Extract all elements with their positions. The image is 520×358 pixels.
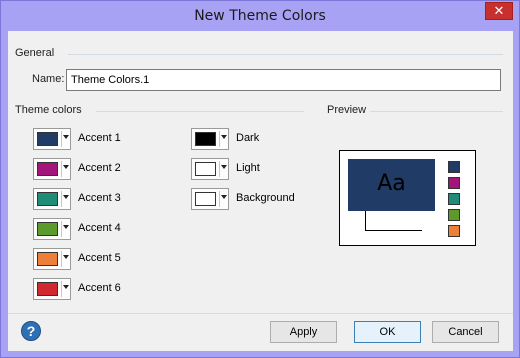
dropdown-arrow-icon <box>63 285 69 289</box>
dropdown-arrow-icon <box>63 225 69 229</box>
accent-3-swatch <box>37 192 58 206</box>
background-color-picker[interactable] <box>191 188 229 210</box>
picker-divider <box>61 131 62 147</box>
theme-colors-divider <box>96 111 304 112</box>
accent-4-label: Accent 4 <box>78 222 121 234</box>
dropdown-arrow-icon <box>221 135 227 139</box>
dark-color-picker[interactable] <box>191 128 229 150</box>
light-label: Light <box>236 162 260 174</box>
accent-2-label: Accent 2 <box>78 162 121 174</box>
dialog-title: New Theme Colors <box>194 8 326 24</box>
dropdown-arrow-icon <box>63 135 69 139</box>
dialog-client-area: General Name: Theme colors Accent 1 Acce… <box>8 31 513 351</box>
cancel-button[interactable]: Cancel <box>432 321 499 343</box>
dropdown-arrow-icon <box>221 195 227 199</box>
picker-divider <box>61 161 62 177</box>
accent-3-label: Accent 3 <box>78 192 121 204</box>
picker-divider <box>219 191 220 207</box>
dark-swatch <box>195 132 216 146</box>
accent-6-color-picker[interactable] <box>33 278 71 300</box>
background-label: Background <box>236 192 295 204</box>
footer-divider <box>8 313 513 314</box>
dialog-window: New Theme Colors ✕ General Name: Theme c… <box>0 0 520 358</box>
help-icon[interactable]: ? <box>21 321 41 341</box>
dark-label: Dark <box>236 132 260 144</box>
title-bar[interactable]: New Theme Colors ✕ <box>1 1 519 31</box>
picker-divider <box>61 221 62 237</box>
preview-pane: Aa <box>339 150 476 246</box>
picker-divider <box>219 131 220 147</box>
picker-divider <box>61 281 62 297</box>
accent-1-color-picker[interactable] <box>33 128 71 150</box>
accent-5-swatch <box>37 252 58 266</box>
preview-sample-text: Aa <box>377 171 406 196</box>
preview-section-label: Preview <box>327 104 367 116</box>
accent-6-swatch <box>37 282 58 296</box>
dropdown-arrow-icon <box>221 165 227 169</box>
apply-button[interactable]: Apply <box>270 321 337 343</box>
name-input[interactable] <box>66 69 501 91</box>
general-divider <box>68 54 503 55</box>
name-label: Name: <box>32 73 65 85</box>
preview-accent-1-swatch <box>448 161 460 173</box>
picker-divider <box>219 161 220 177</box>
accent-3-color-picker[interactable] <box>33 188 71 210</box>
dropdown-arrow-icon <box>63 255 69 259</box>
picker-divider <box>61 251 62 267</box>
accent-6-label: Accent 6 <box>78 282 121 294</box>
preview-line <box>365 211 366 230</box>
ok-button[interactable]: OK <box>354 321 421 343</box>
close-icon: ✕ <box>493 3 505 18</box>
preview-accent-3-swatch <box>448 193 460 205</box>
preview-title-box: Aa <box>348 159 435 211</box>
accent-1-label: Accent 1 <box>78 132 121 144</box>
preview-divider <box>370 111 503 112</box>
picker-divider <box>61 191 62 207</box>
light-color-picker[interactable] <box>191 158 229 180</box>
preview-accent-2-swatch <box>448 177 460 189</box>
close-button[interactable]: ✕ <box>485 2 513 20</box>
dropdown-arrow-icon <box>63 165 69 169</box>
light-swatch <box>195 162 216 176</box>
preview-line <box>365 230 422 231</box>
accent-1-swatch <box>37 132 58 146</box>
theme-colors-section-label: Theme colors <box>15 104 82 116</box>
general-section-label: General <box>15 47 55 59</box>
accent-4-swatch <box>37 222 58 236</box>
background-swatch <box>195 192 216 206</box>
accent-5-label: Accent 5 <box>78 252 121 264</box>
accent-2-color-picker[interactable] <box>33 158 71 180</box>
preview-accent-5-swatch <box>448 225 460 237</box>
accent-4-color-picker[interactable] <box>33 218 71 240</box>
dropdown-arrow-icon <box>63 195 69 199</box>
preview-accent-4-swatch <box>448 209 460 221</box>
accent-2-swatch <box>37 162 58 176</box>
accent-5-color-picker[interactable] <box>33 248 71 270</box>
